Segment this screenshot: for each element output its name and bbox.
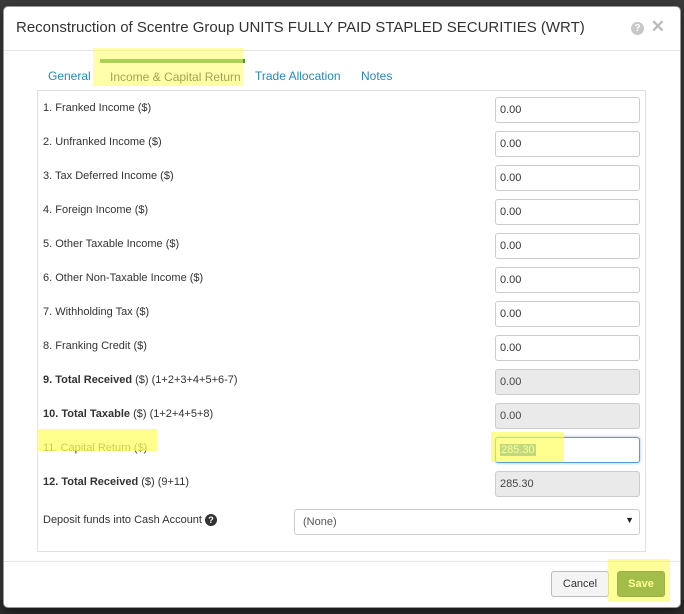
field-row-other-non-taxable-income: 6. Other Non-Taxable Income ($) 0.00 [38, 267, 645, 293]
field-row-withholding-tax: 7. Withholding Tax ($) 0.00 [38, 301, 645, 327]
close-icon[interactable]: ✕ [651, 18, 665, 35]
field-row-tax-deferred-income: 3. Tax Deferred Income ($) 0.00 [38, 165, 645, 191]
field-row-total-received: 9. Total Received ($) (1+2+3+4+5+6-7) 0.… [38, 369, 645, 395]
withholding-tax-input[interactable]: 0.00 [495, 301, 640, 327]
field-label: 10. Total Taxable ($) (1+2+4+5+8) [43, 408, 214, 420]
field-label: 4. Foreign Income ($) [43, 204, 149, 216]
tab-notes[interactable]: Notes [361, 59, 392, 93]
save-button[interactable]: Save [617, 571, 665, 597]
tab-general[interactable]: General [48, 59, 91, 93]
field-label: 2. Unfranked Income ($) [43, 136, 162, 148]
deposit-label: Deposit funds into Cash Account? [43, 514, 217, 527]
dialog-header: Reconstruction of Scentre Group UNITS FU… [4, 7, 680, 51]
field-row-deposit-cash-account: Deposit funds into Cash Account? (None) … [38, 509, 645, 535]
field-row-total-received-with-capital: 12. Total Received ($) (9+11) 285.30 [38, 471, 645, 497]
field-label: 3. Tax Deferred Income ($) [43, 170, 174, 182]
tab-trade-allocation[interactable]: Trade Allocation [255, 59, 341, 93]
dialog-title: Reconstruction of Scentre Group UNITS FU… [16, 19, 585, 36]
field-label: 12. Total Received ($) (9+11) [43, 476, 190, 488]
help-icon[interactable]: ? [631, 22, 644, 35]
chevron-down-icon: ▼ [625, 515, 634, 525]
tab-income-capital-return[interactable]: Income & Capital Return [100, 59, 245, 93]
field-label: 11. Capital Return ($) [43, 442, 148, 454]
cash-account-selected-value: (None) [303, 516, 337, 528]
field-row-total-taxable: 10. Total Taxable ($) (1+2+4+5+8) 0.00 [38, 403, 645, 429]
field-label: 7. Withholding Tax ($) [43, 306, 150, 318]
total-received-with-capital-value: 285.30 [495, 471, 640, 497]
field-row-franking-credit: 8. Franking Credit ($) 0.00 [38, 335, 645, 361]
field-label: 9. Total Received ($) (1+2+3+4+5+6-7) [43, 374, 238, 386]
tax-deferred-income-input[interactable]: 0.00 [495, 165, 640, 191]
field-label: 6. Other Non-Taxable Income ($) [43, 272, 204, 284]
question-icon[interactable]: ? [204, 514, 217, 527]
field-row-franked-income: 1. Franked Income ($) 0.00 [38, 97, 645, 123]
selected-text: 285.30 [500, 444, 536, 456]
franking-credit-input[interactable]: 0.00 [495, 335, 640, 361]
franked-income-input[interactable]: 0.00 [495, 97, 640, 123]
foreign-income-input[interactable]: 0.00 [495, 199, 640, 225]
field-row-other-taxable-income: 5. Other Taxable Income ($) 0.00 [38, 233, 645, 259]
field-label: 1. Franked Income ($) [43, 102, 152, 114]
reconstruction-dialog: Reconstruction of Scentre Group UNITS FU… [3, 6, 681, 608]
total-received-value: 0.00 [495, 369, 640, 395]
field-row-foreign-income: 4. Foreign Income ($) 0.00 [38, 199, 645, 225]
cash-account-select[interactable]: (None) ▼ [294, 509, 640, 535]
total-taxable-value: 0.00 [495, 403, 640, 429]
field-row-capital-return: 11. Capital Return ($) 285.30 [38, 437, 645, 463]
other-non-taxable-income-input[interactable]: 0.00 [495, 267, 640, 293]
field-label: 5. Other Taxable Income ($) [43, 238, 180, 250]
cancel-button[interactable]: Cancel [551, 571, 609, 597]
income-capital-panel: 1. Franked Income ($) 0.00 2. Unfranked … [37, 90, 646, 552]
other-taxable-income-input[interactable]: 0.00 [495, 233, 640, 259]
unfranked-income-input[interactable]: 0.00 [495, 131, 640, 157]
capital-return-input[interactable]: 285.30 [495, 437, 640, 463]
field-row-unfranked-income: 2. Unfranked Income ($) 0.00 [38, 131, 645, 157]
tab-bar: General Income & Capital Return Trade Al… [38, 59, 648, 93]
field-label: 8. Franking Credit ($) [43, 340, 147, 352]
dialog-footer: Cancel Save [4, 561, 680, 607]
